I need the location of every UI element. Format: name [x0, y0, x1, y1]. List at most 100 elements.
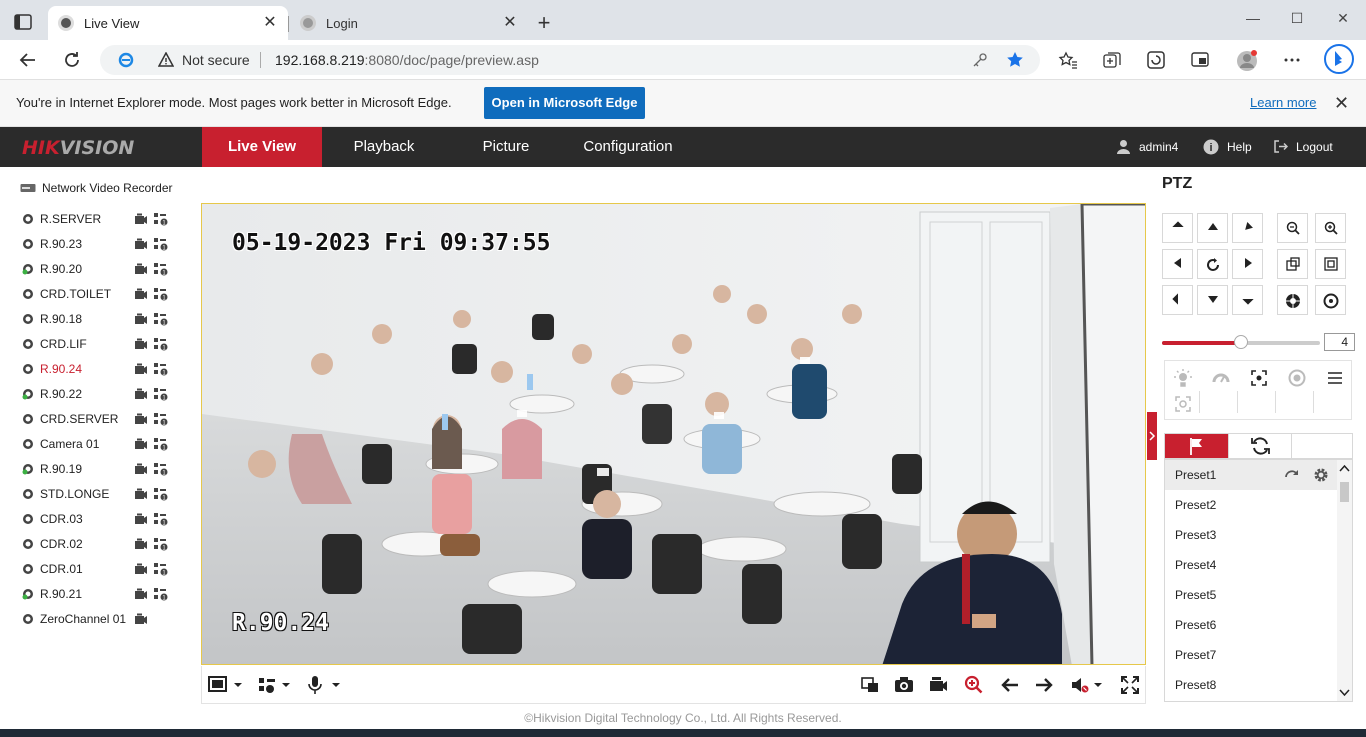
- ptz-speed-slider[interactable]: [1162, 335, 1320, 349]
- scroll-down-icon[interactable]: [1339, 687, 1350, 698]
- stream-select-icon[interactable]: 1: [154, 587, 170, 601]
- preset-row[interactable]: Preset6: [1165, 610, 1337, 640]
- stream-select-icon[interactable]: 1: [154, 512, 170, 526]
- wiper-icon[interactable]: [1211, 368, 1231, 388]
- profile-avatar-icon[interactable]: [1236, 50, 1257, 71]
- nav-configuration[interactable]: Configuration: [568, 127, 688, 167]
- nav-live-view[interactable]: Live View: [202, 127, 322, 167]
- nav-picture[interactable]: Picture: [446, 127, 566, 167]
- camera-item[interactable]: CDR.03 1: [22, 509, 182, 529]
- ptz-up-button[interactable]: [1197, 213, 1228, 243]
- more-menu-icon[interactable]: [1282, 50, 1302, 70]
- preset-row[interactable]: Preset8: [1165, 670, 1337, 700]
- focus-near-button[interactable]: [1277, 249, 1308, 279]
- stream-select-icon[interactable]: 1: [154, 437, 170, 451]
- start-live-view-icon[interactable]: [134, 488, 148, 500]
- window-split-icon[interactable]: [208, 675, 244, 695]
- tab-login[interactable]: Login ✕: [290, 6, 528, 40]
- stream-select-icon[interactable]: 1: [154, 462, 170, 476]
- ptz-auto-rotate-button[interactable]: [1197, 249, 1228, 279]
- camera-item[interactable]: R.90.23 1: [22, 234, 182, 254]
- camera-item[interactable]: CRD.LIF 1: [22, 334, 182, 354]
- user-menu[interactable]: admin4: [1116, 139, 1178, 154]
- browser-essentials-icon[interactable]: [1146, 50, 1166, 70]
- preset-row[interactable]: Preset3: [1165, 520, 1337, 550]
- volume-mute-icon[interactable]: [1070, 675, 1104, 695]
- ptz-up-right-button[interactable]: [1232, 213, 1263, 243]
- camera-item[interactable]: CDR.02 1: [22, 534, 182, 554]
- 3d-positioning-icon[interactable]: [1173, 394, 1193, 414]
- refresh-icon[interactable]: [60, 48, 84, 72]
- live-video-view[interactable]: 05-19-2023 Fri 09:37:55 R.90.24: [201, 203, 1146, 665]
- tab-presets[interactable]: [1165, 434, 1228, 458]
- menu-list-icon[interactable]: [1325, 368, 1345, 388]
- start-live-view-icon[interactable]: [134, 213, 148, 225]
- start-live-view-icon[interactable]: [134, 363, 148, 375]
- camera-item[interactable]: STD.LONGE 1: [22, 484, 182, 504]
- camera-item[interactable]: Camera 01 1: [22, 434, 182, 454]
- camera-item[interactable]: R.90.21 1: [22, 584, 182, 604]
- lens-init-icon[interactable]: [1287, 368, 1307, 388]
- record-clip-icon[interactable]: [928, 675, 948, 695]
- url-field[interactable]: Not secure 192.168.8.219:8080/doc/page/p…: [100, 45, 1040, 75]
- zoom-in-button[interactable]: [1315, 213, 1346, 243]
- preset-row[interactable]: Preset5: [1165, 580, 1337, 610]
- start-live-view-icon[interactable]: [134, 338, 148, 350]
- start-live-view-icon[interactable]: [134, 513, 148, 525]
- digital-zoom-icon[interactable]: [964, 675, 984, 695]
- back-icon[interactable]: [16, 48, 40, 72]
- preset-row[interactable]: Preset4: [1165, 550, 1337, 580]
- help-link[interactable]: i Help: [1203, 139, 1252, 155]
- tab-actions-icon[interactable]: [14, 14, 32, 30]
- zoom-out-button[interactable]: [1277, 213, 1308, 243]
- camera-item[interactable]: R.90.19 1: [22, 459, 182, 479]
- start-live-view-icon[interactable]: [134, 313, 148, 325]
- capture-camera-icon[interactable]: [894, 675, 914, 695]
- close-banner-icon[interactable]: ✕: [1334, 93, 1349, 114]
- url-text[interactable]: 192.168.8.219:8080/doc/page/preview.asp: [275, 52, 539, 68]
- preset-row[interactable]: Preset7: [1165, 640, 1337, 670]
- speed-slider-knob[interactable]: [1234, 335, 1248, 349]
- ptz-down-right-button[interactable]: [1232, 285, 1263, 315]
- camera-item[interactable]: R.90.22 1: [22, 384, 182, 404]
- set-preset-gear-icon[interactable]: [1313, 467, 1329, 483]
- start-live-view-icon[interactable]: [134, 613, 148, 625]
- camera-item[interactable]: R.90.24 1: [22, 359, 182, 379]
- iris-open-button[interactable]: [1277, 285, 1308, 315]
- stream-select-icon[interactable]: 1: [154, 337, 170, 351]
- start-live-view-icon[interactable]: [134, 388, 148, 400]
- camera-item[interactable]: CDR.01 1: [22, 559, 182, 579]
- camera-item[interactable]: R.90.20 1: [22, 259, 182, 279]
- camera-item[interactable]: R.90.18 1: [22, 309, 182, 329]
- screenshot-icon[interactable]: [1190, 50, 1210, 70]
- stream-select-icon[interactable]: 1: [154, 212, 170, 226]
- light-icon[interactable]: [1173, 368, 1193, 388]
- tab-pattern[interactable]: [1291, 434, 1354, 458]
- close-tab-icon[interactable]: ✕: [502, 15, 518, 31]
- ptz-down-button[interactable]: [1197, 285, 1228, 315]
- iris-close-button[interactable]: [1315, 285, 1346, 315]
- camera-item[interactable]: R.SERVER 1: [22, 209, 182, 229]
- start-live-view-icon[interactable]: [134, 413, 148, 425]
- stream-select-icon[interactable]: 1: [154, 487, 170, 501]
- ptz-up-left-button[interactable]: [1162, 213, 1193, 243]
- maximize-icon[interactable]: ☐: [1274, 10, 1320, 32]
- start-live-view-icon[interactable]: [134, 438, 148, 450]
- start-live-view-icon[interactable]: [134, 538, 148, 550]
- scroll-thumb[interactable]: [1340, 482, 1349, 502]
- tab-patrol[interactable]: [1228, 434, 1291, 458]
- tab-live-view[interactable]: Live View ✕: [48, 6, 288, 40]
- stream-type-icon[interactable]: [258, 675, 294, 695]
- nav-playback[interactable]: Playback: [324, 127, 444, 167]
- camera-item[interactable]: ZeroChannel 01: [22, 609, 182, 629]
- new-tab-button[interactable]: +: [532, 12, 556, 36]
- full-screen-window-icon[interactable]: [860, 675, 880, 695]
- start-live-view-icon[interactable]: [134, 563, 148, 575]
- warning-icon[interactable]: [158, 52, 174, 68]
- ie-mode-icon[interactable]: [118, 52, 134, 68]
- start-live-view-icon[interactable]: [134, 288, 148, 300]
- logout-link[interactable]: Logout: [1273, 139, 1333, 154]
- collections-icon[interactable]: [1102, 50, 1122, 70]
- microphone-icon[interactable]: [306, 675, 342, 695]
- stream-select-icon[interactable]: 1: [154, 387, 170, 401]
